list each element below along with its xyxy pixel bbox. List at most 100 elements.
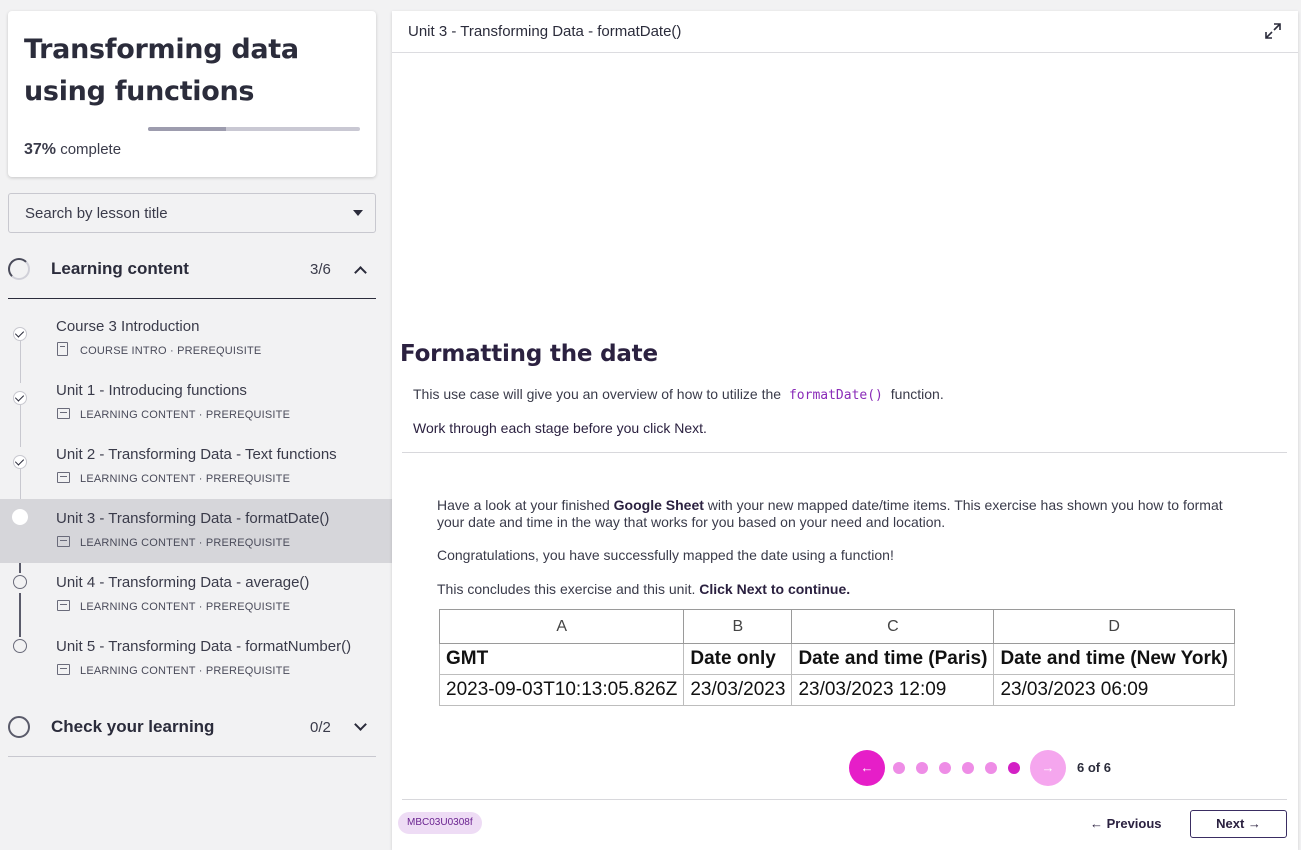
lesson-title: Unit 3 - Transforming Data - formatDate(… [56, 510, 330, 527]
footer-divider [402, 799, 1287, 800]
step-dot[interactable] [893, 762, 905, 774]
lesson-meta: LEARNING CONTENT · PREREQUISITE [80, 409, 291, 421]
lesson-meta: COURSE INTRO · PREREQUISITE [80, 345, 262, 357]
lesson-item-unit-1[interactable]: Unit 1 - Introducing functions LEARNING … [0, 371, 392, 435]
completed-check-icon [13, 391, 27, 405]
lesson-title: Unit 4 - Transforming Data - average() [56, 574, 310, 591]
step-pager: ← → 6 of 6 [849, 750, 1149, 786]
lesson-meta: LEARNING CONTENT · PREREQUISITE [80, 665, 291, 677]
lesson-search-placeholder: Search by lesson title [25, 205, 168, 222]
lesson-meta: LEARNING CONTENT · PREREQUISITE [80, 473, 291, 485]
pager-prev-button[interactable]: ← [849, 750, 885, 786]
pager-count: 6 of 6 [1077, 760, 1111, 775]
lesson-title: Unit 5 - Transforming Data - formatNumbe… [56, 638, 352, 655]
paragraph-conclusion: This concludes this exercise and this un… [437, 581, 1227, 598]
content-divider [402, 452, 1287, 453]
expand-fullscreen-icon[interactable] [1264, 22, 1282, 40]
sheet-cell: 23/03/2023 12:09 [791, 674, 995, 706]
section-divider [8, 298, 376, 299]
current-lesson-dot-icon [12, 509, 28, 525]
lesson-meta: LEARNING CONTENT · PREREQUISITE [80, 537, 291, 549]
section-label: Check your learning [51, 717, 215, 736]
progress-suffix: complete [56, 141, 122, 158]
lesson-title: Unit 2 - Transforming Data - Text functi… [56, 446, 337, 463]
lesson-heading: Formatting the date [400, 341, 658, 367]
pager-next-button[interactable]: → [1030, 750, 1066, 786]
lesson-topbar: Unit 3 - Transforming Data - formatDate(… [392, 11, 1298, 53]
caret-down-icon [353, 210, 363, 216]
section-progress-ring-icon [8, 716, 30, 738]
paragraph-congrats: Congratulations, you have successfully m… [437, 547, 894, 563]
incomplete-circle-icon [13, 575, 27, 589]
work-instruction: Work through each stage before you click… [413, 420, 707, 436]
course-card: Transforming data using functions 37% co… [8, 11, 376, 177]
column-letter: B [683, 609, 793, 644]
course-progress-bar [148, 127, 360, 131]
p1-a: Have a look at your finished [437, 497, 614, 513]
section-progress-ring-icon [8, 258, 30, 280]
sheet-header-cell: GMT [438, 643, 685, 675]
step-dot[interactable] [916, 762, 928, 774]
column-letter: C [791, 609, 995, 644]
document-icon [57, 342, 68, 356]
progress-text: 37% complete [24, 141, 121, 159]
lesson-code-badge: MBC03U0308f [398, 812, 482, 834]
incomplete-circle-icon [13, 639, 27, 653]
section-label: Learning content [51, 259, 189, 278]
step-dot[interactable] [985, 762, 997, 774]
paragraph-summary: Have a look at your finished Google Shee… [437, 497, 1227, 531]
section-check-your-learning[interactable]: Check your learning 0/2 [8, 700, 376, 758]
lesson-item-unit-5[interactable]: Unit 5 - Transforming Data - formatNumbe… [0, 627, 392, 691]
work-text: Work through each stage before you click… [413, 420, 704, 436]
slides-icon [57, 536, 70, 547]
sheet-cell: 23/03/2023 06:09 [993, 674, 1235, 706]
p3-click-next: Click Next to continue. [699, 581, 851, 597]
slides-icon [57, 408, 70, 419]
section-count: 3/6 [310, 261, 331, 278]
lesson-item-course-intro[interactable]: Course 3 Introduction COURSE INTRO · PRE… [0, 307, 392, 371]
section-learning-content[interactable]: Learning content 3/6 [8, 242, 376, 300]
slides-icon [57, 600, 70, 611]
lesson-item-unit-4[interactable]: Unit 4 - Transforming Data - average() L… [0, 563, 392, 627]
slides-icon [57, 664, 70, 675]
spreadsheet-image-table: A B C D GMT Date only Date and time (Par… [438, 609, 1235, 706]
progress-value: 37% [24, 141, 57, 158]
column-letter: A [438, 609, 685, 644]
column-letter: D [993, 609, 1235, 644]
lesson-content-panel: Unit 3 - Transforming Data - formatDate(… [392, 11, 1298, 850]
lesson-item-unit-3[interactable]: Unit 3 - Transforming Data - formatDate(… [0, 499, 392, 563]
lesson-search-select[interactable]: Search by lesson title [8, 193, 376, 233]
course-progress-fill [148, 127, 227, 131]
intro-after: function. [886, 386, 944, 402]
sheet-header-cell: Date only [683, 643, 793, 675]
intro-code: formatDate() [788, 388, 883, 403]
sheet-header-cell: Date and time (Paris) [791, 643, 995, 675]
chevron-up-icon[interactable] [354, 266, 367, 279]
completed-check-icon [13, 327, 27, 341]
p1-google-sheet: Google Sheet [613, 497, 704, 513]
next-button[interactable]: Next → [1190, 810, 1287, 838]
lesson-item-unit-2[interactable]: Unit 2 - Transforming Data - Text functi… [0, 435, 392, 499]
completed-check-icon [13, 455, 27, 469]
intro-text: This use case will give you an overview … [413, 386, 944, 403]
lesson-title: Course 3 Introduction [56, 318, 200, 335]
course-title: Transforming data using functions [24, 34, 299, 107]
intro-before: This use case will give you an overview … [413, 386, 785, 402]
sheet-header-cell: Date and time (New York) [993, 643, 1235, 675]
lesson-topbar-title: Unit 3 - Transforming Data - formatDate(… [408, 23, 682, 40]
chevron-down-icon[interactable] [354, 718, 367, 731]
sheet-cell: 2023-09-03T10:13:05.826Z [438, 674, 685, 706]
step-dot[interactable] [962, 762, 974, 774]
p3-a: This concludes this exercise and this un… [437, 581, 700, 597]
step-dot-active[interactable] [1008, 762, 1020, 774]
step-dot[interactable] [939, 762, 951, 774]
previous-button[interactable]: ← Previous [1090, 811, 1162, 837]
lesson-meta: LEARNING CONTENT · PREREQUISITE [80, 601, 291, 613]
section-divider [8, 756, 376, 757]
section-count: 0/2 [310, 719, 331, 736]
work-period: . [703, 420, 707, 436]
course-sidebar: Transforming data using functions 37% co… [0, 0, 392, 850]
sheet-cell: 23/03/2023 [683, 674, 793, 706]
lesson-title: Unit 1 - Introducing functions [56, 382, 247, 399]
slides-icon [57, 472, 70, 483]
